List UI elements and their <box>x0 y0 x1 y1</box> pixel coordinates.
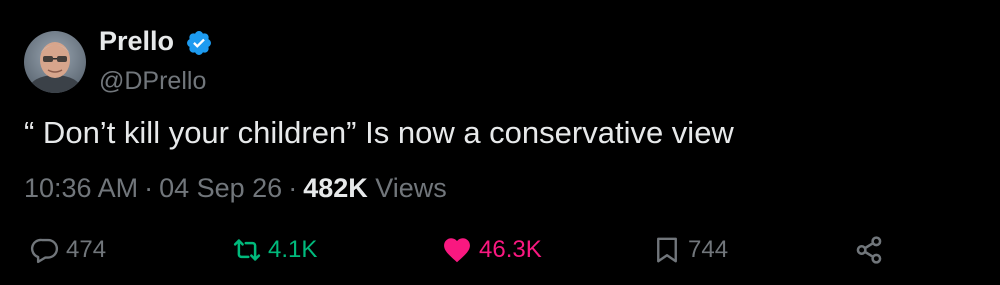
tweet-text: “ Don’t kill your children” Is now a con… <box>24 115 734 150</box>
reply-count: 474 <box>66 236 107 263</box>
retweet-count: 4.1K <box>268 236 318 263</box>
avatar[interactable] <box>24 31 86 93</box>
views-label: Views <box>375 173 447 203</box>
tweet-date[interactable]: 04 Sep 26 <box>159 173 282 203</box>
tweet-meta: 10:36 AM · 04 Sep 26 · 482K Views <box>24 170 447 206</box>
meta-separator: · <box>288 173 298 203</box>
bookmark-icon <box>657 237 677 263</box>
share-button[interactable] <box>853 230 885 270</box>
author-display-name[interactable]: Prello <box>99 24 174 58</box>
retweet-icon <box>233 239 261 261</box>
verified-badge-icon <box>187 31 211 55</box>
reply-icon <box>30 238 59 264</box>
tweet-card: Prello @DPrello “ Don’t kill your childr… <box>0 0 1000 285</box>
retweet-button[interactable]: 4.1K <box>232 230 317 270</box>
bookmark-count: 744 <box>688 236 729 263</box>
meta-separator: · <box>144 173 154 203</box>
like-button[interactable]: 46.3K <box>441 230 542 270</box>
author-handle[interactable]: @DPrello <box>99 64 206 98</box>
reply-button[interactable]: 474 <box>30 230 106 270</box>
bookmark-button[interactable]: 744 <box>652 230 728 270</box>
share-icon <box>856 236 882 264</box>
like-count: 46.3K <box>479 236 542 263</box>
views-count: 482K <box>303 173 368 203</box>
like-icon <box>444 238 470 263</box>
tweet-time[interactable]: 10:36 AM <box>24 173 138 203</box>
